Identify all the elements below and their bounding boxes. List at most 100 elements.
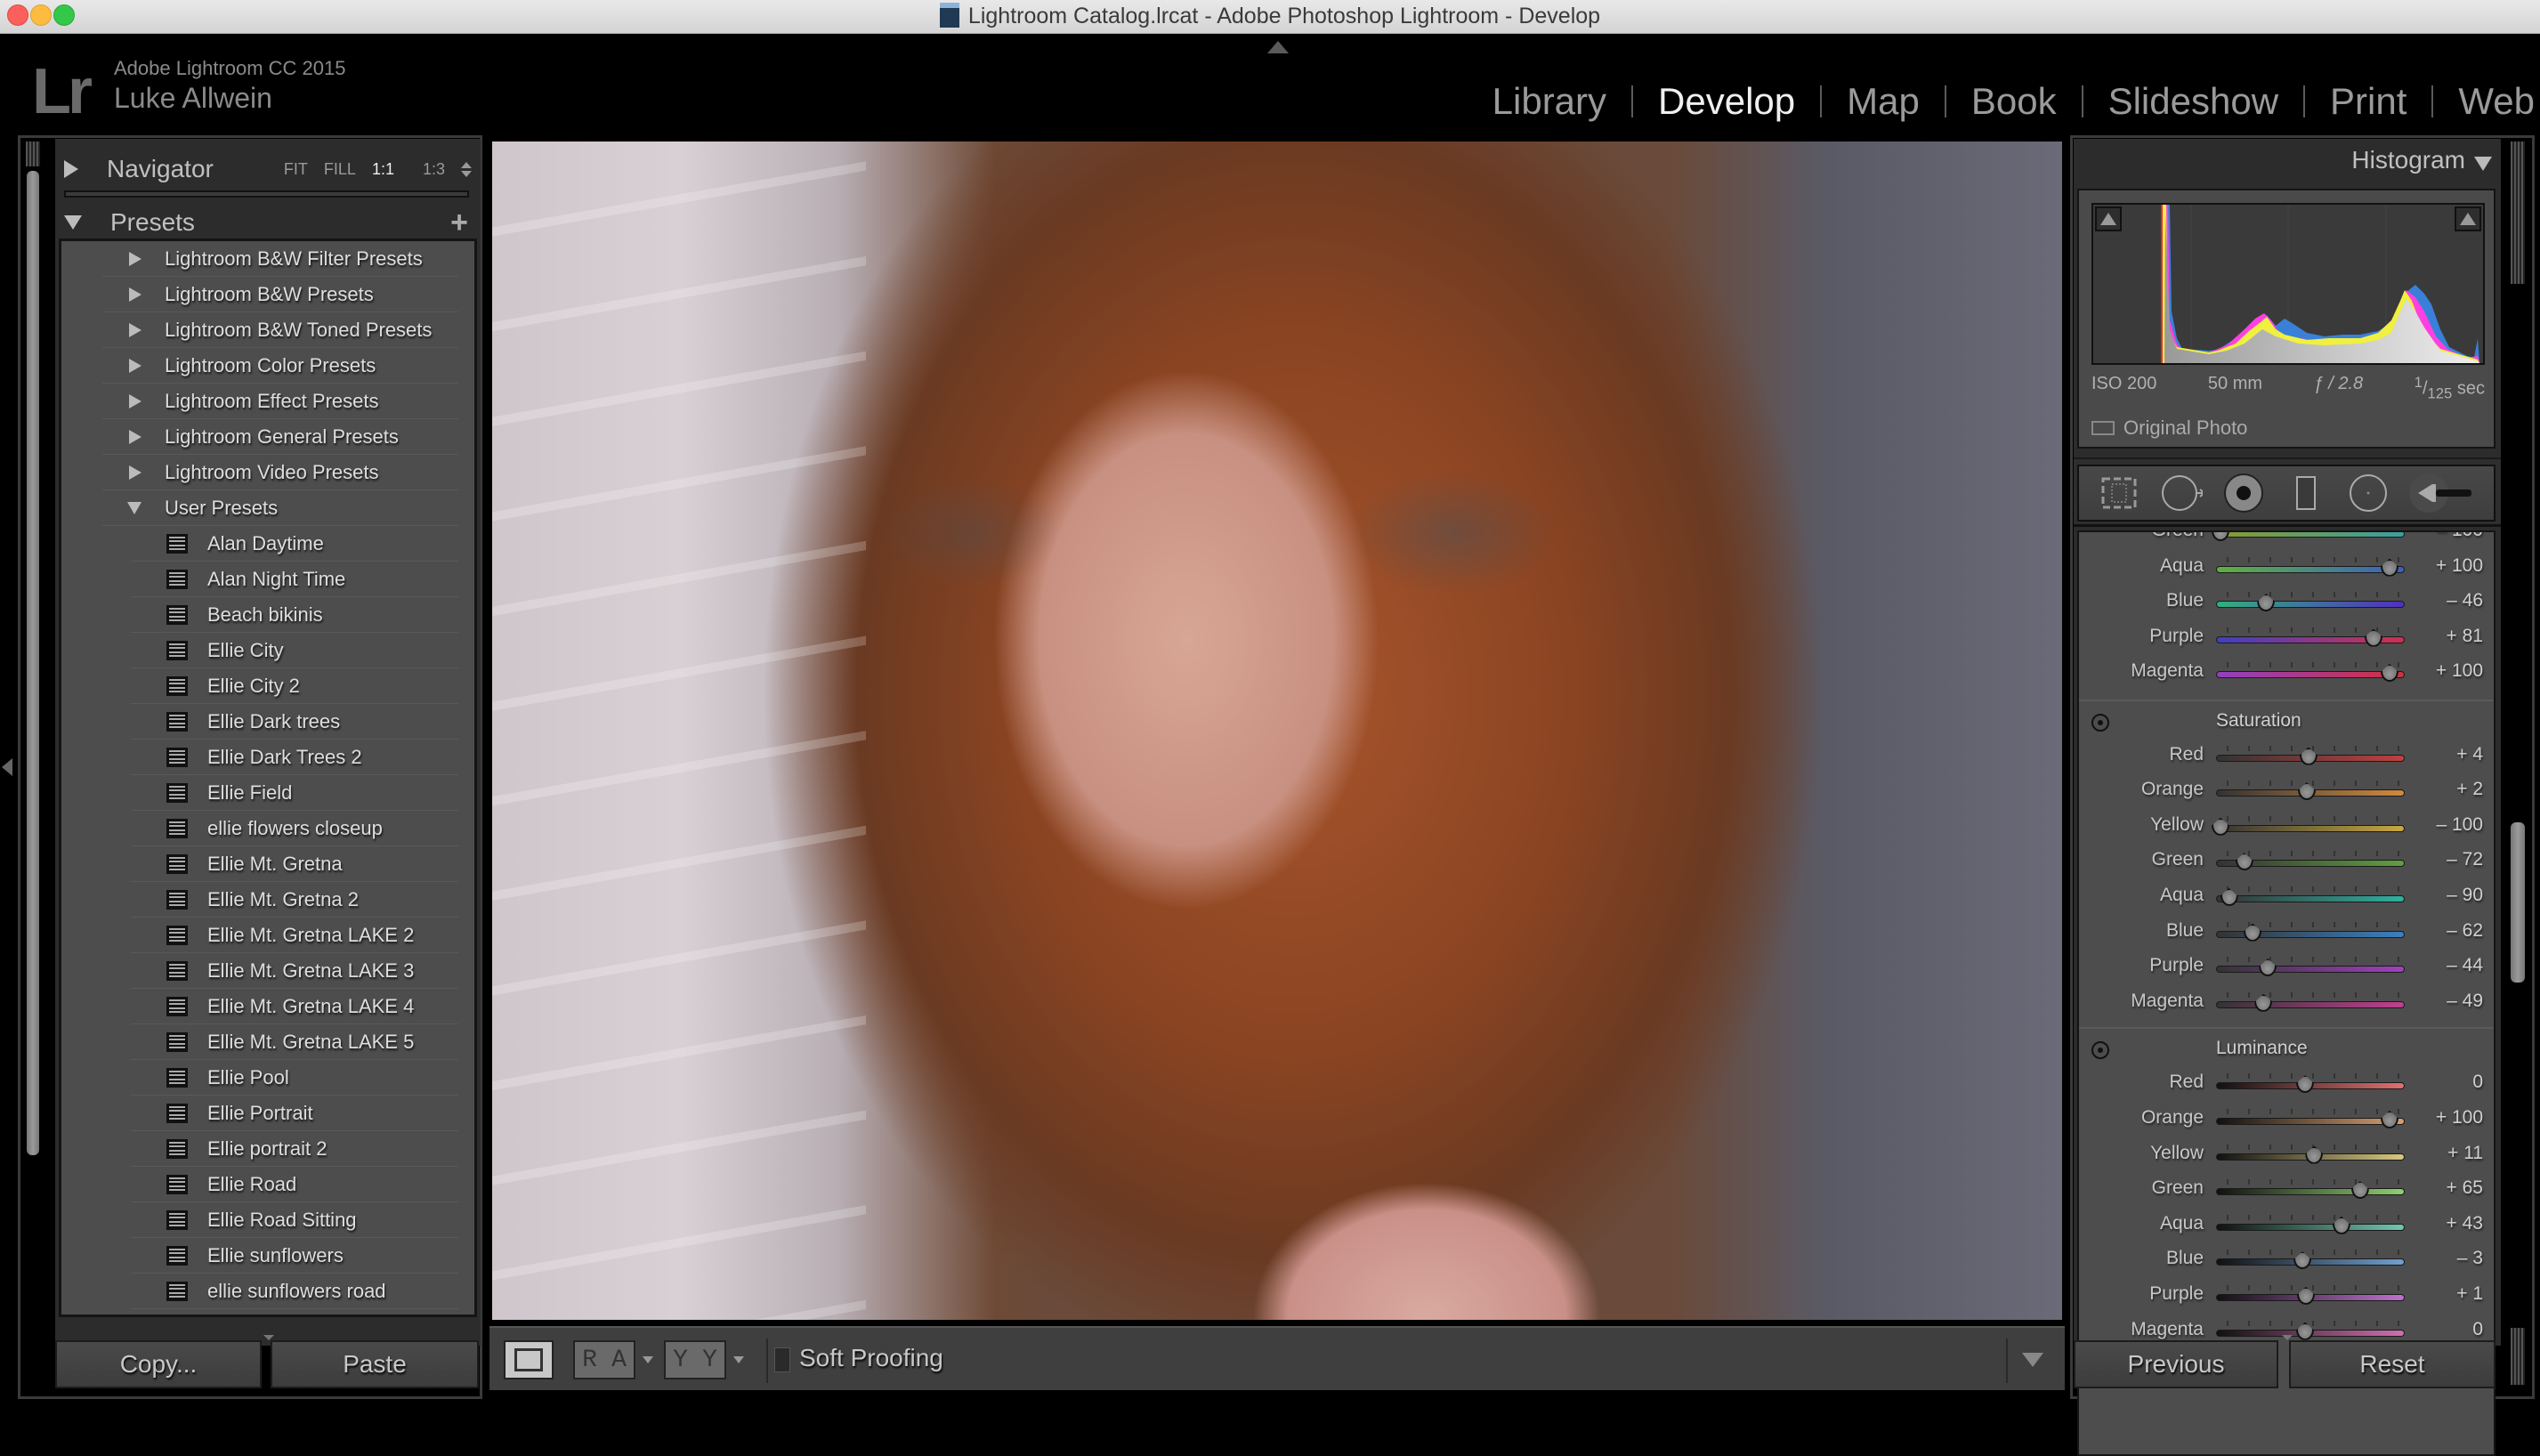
slider-track[interactable] bbox=[2216, 1223, 2405, 1231]
slider-track[interactable] bbox=[2216, 601, 2405, 608]
loupe-view-button[interactable] bbox=[504, 1340, 554, 1379]
right-panel-scrollbar[interactable] bbox=[2508, 139, 2528, 1394]
slider-thumb[interactable] bbox=[2244, 923, 2263, 943]
paste-button[interactable]: Paste bbox=[271, 1340, 479, 1388]
preset-item[interactable]: Ellie Field bbox=[131, 775, 458, 811]
before-after-dropdown-icon[interactable] bbox=[643, 1356, 653, 1363]
preset-folder[interactable]: Lightroom Video Presets bbox=[102, 455, 458, 490]
preset-item[interactable]: Ellie City bbox=[131, 633, 458, 668]
preset-item[interactable]: ellie sunflowers road bbox=[131, 1274, 458, 1309]
slider-thumb[interactable] bbox=[2350, 1181, 2371, 1201]
preset-item[interactable]: Ellie Dark trees bbox=[131, 704, 458, 740]
highlight-clipping-toggle[interactable] bbox=[2455, 206, 2481, 231]
slider-track[interactable] bbox=[2216, 824, 2405, 832]
slider-value[interactable]: – 100 bbox=[2436, 532, 2483, 541]
slider-thumb[interactable] bbox=[2305, 1145, 2325, 1166]
preset-item[interactable]: Ellie Mt. Gretna LAKE 4 bbox=[131, 989, 458, 1024]
slider-thumb[interactable] bbox=[2297, 782, 2318, 802]
slider-value[interactable]: + 81 bbox=[2447, 626, 2483, 647]
scrollbar-grip[interactable] bbox=[2511, 1328, 2525, 1385]
expand-triangle-icon[interactable] bbox=[64, 160, 78, 178]
slider-track[interactable] bbox=[2216, 966, 2405, 974]
preset-item[interactable]: Ellie Mt. Gretna bbox=[131, 846, 458, 882]
slider-thumb[interactable] bbox=[2332, 1216, 2352, 1236]
slider-track[interactable] bbox=[2216, 894, 2405, 902]
folder-collapsed-icon[interactable] bbox=[129, 393, 142, 408]
graduated-filter-tool[interactable] bbox=[2285, 473, 2327, 513]
slider-track[interactable] bbox=[2216, 671, 2405, 678]
slider-value[interactable]: – 100 bbox=[2436, 814, 2483, 836]
slider-thumb[interactable] bbox=[2381, 664, 2400, 684]
preset-item[interactable]: Ellie Portrait bbox=[131, 1096, 458, 1131]
slider-thumb[interactable] bbox=[2296, 1075, 2316, 1095]
folder-collapsed-icon[interactable] bbox=[129, 287, 142, 302]
zoom-fit[interactable]: FIT bbox=[284, 160, 308, 179]
preset-item[interactable]: Ellie Pool bbox=[131, 1060, 458, 1096]
preset-item[interactable]: Beach bikinis bbox=[131, 597, 458, 633]
slider-value[interactable]: + 100 bbox=[2436, 555, 2483, 577]
preset-folder[interactable]: Lightroom B&W Toned Presets bbox=[102, 312, 458, 348]
slider-track[interactable] bbox=[2216, 532, 2405, 538]
preset-folder-user-presets[interactable]: User Presets bbox=[102, 490, 458, 526]
radial-filter-tool[interactable] bbox=[2347, 473, 2390, 513]
preset-item[interactable]: Alan Night Time bbox=[131, 562, 458, 597]
module-develop[interactable]: Develop bbox=[1633, 77, 1820, 126]
reset-button[interactable]: Reset bbox=[2289, 1340, 2496, 1388]
folder-collapsed-icon[interactable] bbox=[129, 251, 142, 266]
slider-thumb[interactable] bbox=[2364, 628, 2384, 649]
slider-thumb[interactable] bbox=[2381, 558, 2400, 578]
slider-value[interactable]: + 100 bbox=[2436, 660, 2483, 682]
preset-item[interactable]: Ellie Road bbox=[131, 1167, 458, 1202]
slider-thumb[interactable] bbox=[2257, 594, 2277, 613]
preset-item[interactable]: Ellie Mt. Gretna LAKE 3 bbox=[131, 953, 458, 989]
preset-item[interactable]: Ellie Mt. Gretna LAKE 5 bbox=[131, 1024, 458, 1060]
slider-value[interactable]: + 4 bbox=[2456, 744, 2483, 765]
collapse-triangle-icon[interactable] bbox=[2474, 157, 2492, 171]
slider-value[interactable]: + 2 bbox=[2456, 779, 2483, 800]
slider-value[interactable]: + 11 bbox=[2447, 1143, 2483, 1164]
soft-proofing-label[interactable]: Soft Proofing bbox=[799, 1344, 943, 1372]
zoom-stepper-icon[interactable] bbox=[461, 161, 472, 177]
folder-collapsed-icon[interactable] bbox=[129, 429, 142, 444]
slider-thumb[interactable] bbox=[2220, 887, 2240, 908]
spot-removal-tool[interactable] bbox=[2160, 473, 2203, 513]
slider-value[interactable]: – 46 bbox=[2447, 590, 2483, 611]
folder-collapsed-icon[interactable] bbox=[129, 322, 142, 337]
crop-overlay-tool[interactable] bbox=[2098, 473, 2140, 513]
original-photo-toggle[interactable]: Original Photo bbox=[2091, 417, 2247, 440]
folder-collapsed-icon[interactable] bbox=[129, 358, 142, 373]
swap-dropdown-icon[interactable] bbox=[733, 1356, 744, 1363]
slider-value[interactable]: 0 bbox=[2472, 1072, 2483, 1093]
preset-folder[interactable]: Lightroom B&W Presets bbox=[102, 277, 458, 312]
red-eye-tool[interactable] bbox=[2222, 473, 2265, 513]
slider-thumb[interactable] bbox=[2296, 1322, 2316, 1342]
collapse-top-panel-icon[interactable] bbox=[1267, 41, 1289, 53]
collapse-triangle-icon[interactable] bbox=[64, 215, 82, 230]
scrollbar-thumb[interactable] bbox=[2511, 822, 2525, 983]
targeted-adjustment-tool-icon[interactable] bbox=[2091, 1041, 2109, 1060]
slider-thumb[interactable] bbox=[2259, 959, 2278, 978]
copy-button[interactable]: Copy... bbox=[55, 1340, 262, 1388]
slider-track[interactable] bbox=[2216, 1188, 2405, 1196]
slider-thumb[interactable] bbox=[2381, 1110, 2400, 1130]
slider-value[interactable]: – 72 bbox=[2447, 849, 2483, 870]
preset-folder[interactable]: Lightroom General Presets bbox=[102, 419, 458, 455]
zoom-fill[interactable]: FILL bbox=[324, 160, 356, 179]
slider-value[interactable]: – 49 bbox=[2447, 991, 2483, 1012]
previous-button[interactable]: Previous bbox=[2074, 1340, 2278, 1388]
slider-value[interactable]: – 62 bbox=[2447, 920, 2483, 942]
scrollbar-thumb[interactable] bbox=[27, 171, 39, 1155]
histogram-header[interactable]: Histogram bbox=[2074, 139, 2501, 189]
slider-value[interactable]: – 90 bbox=[2447, 885, 2483, 906]
left-panel-scrollbar[interactable] bbox=[23, 139, 43, 1155]
slider-thumb[interactable] bbox=[2212, 532, 2231, 543]
preset-item[interactable]: Ellie Road Sitting bbox=[131, 1202, 458, 1238]
scrollbar-grip[interactable] bbox=[2511, 142, 2525, 284]
slider-value[interactable]: + 1 bbox=[2456, 1283, 2483, 1305]
histogram-graph[interactable] bbox=[2091, 203, 2485, 365]
slider-thumb[interactable] bbox=[2235, 853, 2255, 872]
navigator-header[interactable]: Navigator FIT FILL 1:1 1:3 bbox=[55, 142, 481, 196]
preset-item[interactable]: Ellie Dark Trees 2 bbox=[131, 740, 458, 775]
slider-thumb[interactable] bbox=[2299, 747, 2319, 767]
slider-value[interactable]: – 44 bbox=[2447, 955, 2483, 976]
